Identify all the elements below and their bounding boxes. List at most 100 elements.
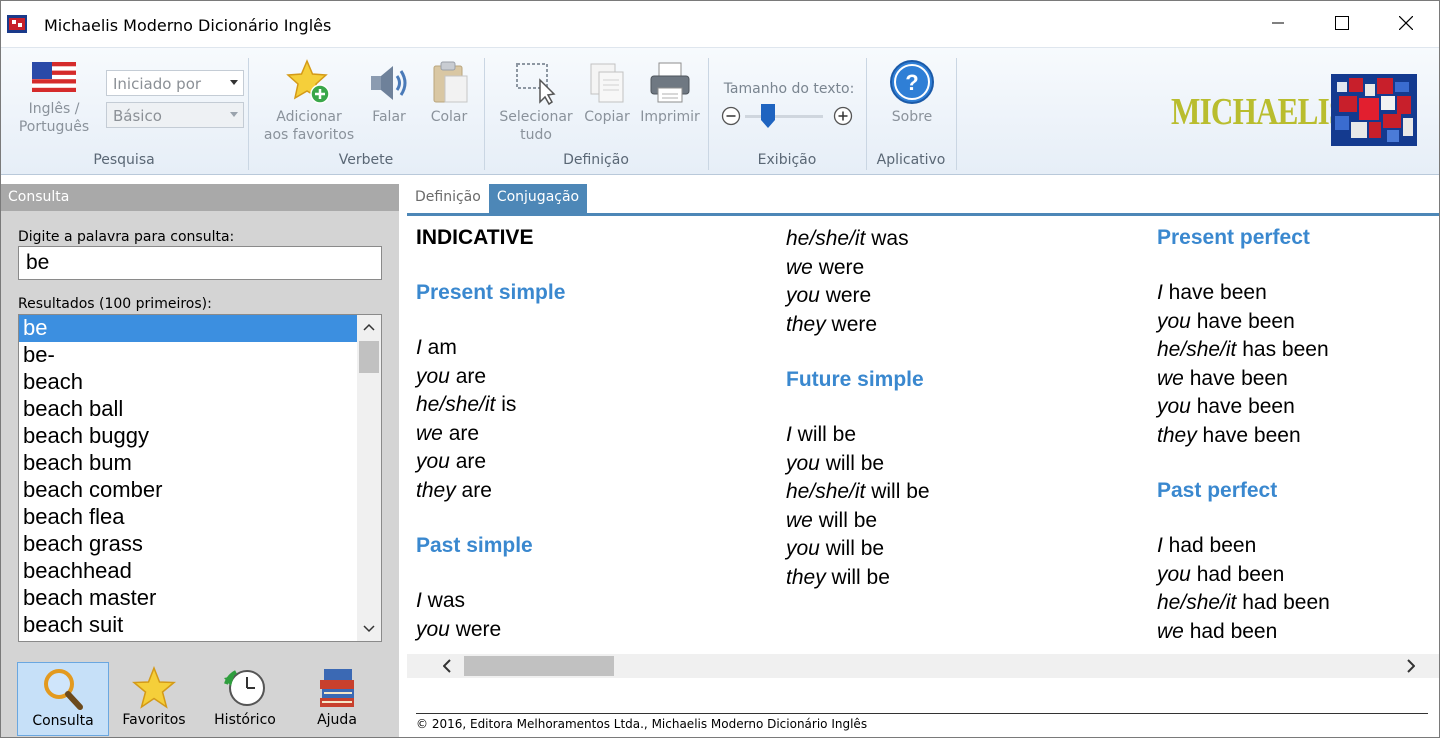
pronoun: they (786, 565, 826, 589)
tense-title: Present perfect (1157, 226, 1310, 249)
conjugation-row: they will be (786, 564, 1166, 593)
conjugation-row: I was (416, 587, 796, 616)
pronoun: you (416, 364, 450, 388)
hscroll-thumb[interactable] (464, 656, 614, 676)
add-favorites-button[interactable]: Adicionar aos favoritos (257, 58, 361, 144)
pronoun: he/she/it (416, 393, 496, 416)
conjugation-row: you are (416, 448, 796, 477)
result-item[interactable]: beachhead (19, 558, 357, 585)
result-item[interactable]: be- (19, 342, 357, 369)
conjugation-row: I will be (786, 421, 1166, 450)
result-item[interactable]: beach buggy (19, 423, 357, 450)
verb-form: will be (819, 537, 885, 560)
verb-form: had been (1183, 619, 1278, 643)
result-item[interactable]: be (19, 315, 357, 342)
minimize-button[interactable] (1246, 1, 1310, 45)
text-size-label: Tamanho do texto: (723, 81, 855, 97)
nav-ajuda[interactable]: Ajuda (291, 662, 383, 736)
search-mode-select[interactable]: Iniciado por (106, 70, 244, 96)
conjugation-row: we are (416, 420, 796, 449)
verb-form: were (812, 255, 865, 279)
pronoun: he/she/it (786, 227, 866, 250)
chevron-up-icon (363, 323, 375, 331)
tense-title: Present simple (416, 281, 566, 304)
verb-form: are (449, 364, 487, 388)
ribbon-group-pesquisa: Inglês / Português Iniciado por Básico P… (1, 54, 247, 172)
result-item[interactable]: beach grass (19, 531, 357, 558)
conjugation-row: he/she/it was (786, 225, 1166, 254)
copy-icon (590, 63, 624, 103)
level-select[interactable]: Básico (106, 102, 244, 128)
pronoun: you (416, 617, 450, 641)
ribbon-group-aplicativo: ? Sobre Aplicativo (867, 54, 955, 172)
pronoun: we (1157, 366, 1184, 390)
result-item[interactable]: beach flea (19, 504, 357, 531)
conjugation-row: he/she/it will be (786, 478, 1166, 507)
result-item[interactable]: beach ball (19, 396, 357, 423)
printer-icon (650, 62, 690, 103)
group-label-aplicativo: Aplicativo (876, 152, 946, 168)
tab-conjugacao[interactable]: Conjugação (488, 184, 588, 213)
language-button[interactable]: Inglês / Português (13, 60, 95, 136)
content-hscrollbar[interactable] (407, 654, 1439, 678)
verb-form: are (442, 421, 480, 445)
conjugation-row: I had been (1157, 532, 1439, 561)
nav-favoritos[interactable]: Favoritos (108, 662, 200, 736)
tense-title: Past simple (416, 534, 533, 557)
close-button[interactable] (1374, 1, 1438, 45)
copy-button[interactable]: Copiar (579, 58, 635, 126)
result-item[interactable]: beach master (19, 585, 357, 612)
pronoun: you (1157, 309, 1191, 333)
about-button[interactable]: ? Sobre (877, 58, 947, 126)
mood-heading: INDICATIVE (416, 226, 534, 249)
text-size-slider-thumb[interactable] (761, 104, 775, 128)
nav-historico[interactable]: Histórico (199, 662, 291, 736)
scroll-up-button[interactable] (357, 315, 381, 339)
tab-definicao[interactable]: Definição (407, 184, 489, 213)
result-item[interactable]: beach bum (19, 450, 357, 477)
minimize-icon (1272, 22, 1284, 24)
nav-consulta[interactable]: Consulta (17, 662, 109, 736)
conjugation-row: we were (786, 254, 1166, 283)
result-item[interactable]: beach (19, 369, 357, 396)
scroll-thumb[interactable] (359, 341, 379, 373)
conjugation-column: INDICATIVE Present simple I am you are he/… (416, 224, 796, 644)
verb-form: have been (1162, 281, 1267, 304)
bottom-navigation: Consulta Favoritos Histórico Ajuda (1, 658, 399, 737)
zoom-in-icon[interactable] (833, 106, 853, 126)
star-add-icon (286, 59, 330, 104)
maximize-icon (1335, 16, 1349, 30)
zoom-out-icon[interactable] (721, 106, 741, 126)
maximize-button[interactable] (1310, 1, 1374, 45)
result-item[interactable]: beach comber (19, 477, 357, 504)
pronoun: they (1157, 423, 1197, 447)
verb-form: will be (791, 423, 857, 446)
verb-form: have been (1196, 423, 1301, 447)
conjugation-row: they have been (1157, 422, 1439, 451)
conjugation-row: he/she/it has been (1157, 336, 1439, 365)
result-item[interactable]: beach suit (19, 612, 357, 639)
results-scrollbar[interactable] (357, 315, 381, 641)
scroll-right-button[interactable] (1399, 654, 1423, 678)
clipboard-icon (433, 61, 468, 103)
text-size-slider-track[interactable] (745, 115, 823, 118)
verb-form: was (421, 589, 466, 612)
pronoun: you (786, 451, 820, 475)
scroll-down-button[interactable] (357, 617, 381, 641)
paste-button[interactable]: Colar (419, 58, 479, 126)
conjugation-row: he/she/it is (416, 391, 796, 420)
speak-button[interactable]: Falar (361, 58, 417, 126)
window-title: Michaelis Moderno Dicionário Inglês (44, 16, 332, 35)
pronoun: we (1157, 619, 1184, 643)
print-button[interactable]: Imprimir (637, 58, 703, 126)
speaker-icon (371, 66, 407, 100)
help-icon: ? (890, 60, 934, 104)
conjugation-row: you will be (786, 535, 1166, 564)
select-all-button[interactable]: Selecionar tudo (495, 58, 577, 144)
pronoun: he/she/it (786, 480, 866, 503)
scroll-left-button[interactable] (435, 654, 459, 678)
search-input[interactable]: be (18, 246, 382, 280)
results-list[interactable]: be be-beach beach ball beach buggy beach bum… (18, 314, 382, 642)
pronoun: they (416, 478, 456, 502)
conjugation-row: we had been (1157, 618, 1439, 647)
